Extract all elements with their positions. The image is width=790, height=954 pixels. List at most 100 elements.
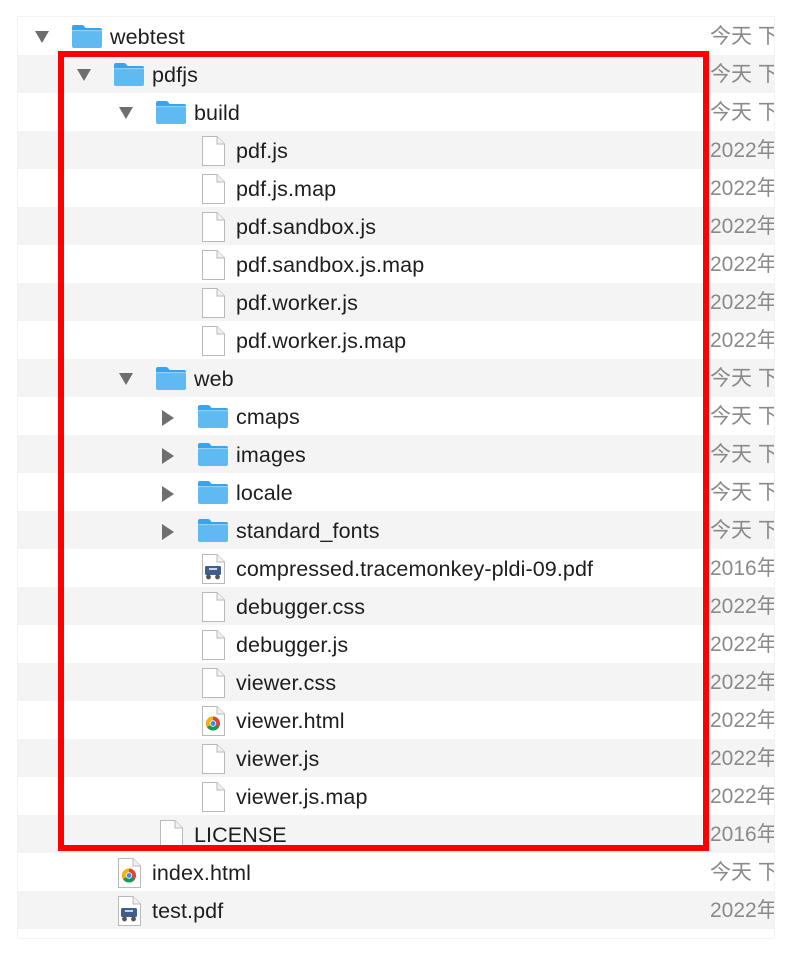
date-modified: 2022年 [710, 671, 774, 694]
document-icon [197, 207, 229, 245]
date-modified: 2022年 [710, 709, 774, 732]
disclosure-expanded-icon[interactable] [29, 17, 53, 55]
document-icon [155, 815, 187, 853]
date-modified: 今天 下 [710, 101, 774, 124]
date-modified: 2022年 [710, 595, 774, 618]
file-row-license[interactable]: LICENSE 2016年 [18, 815, 774, 853]
file-row-pdf-js-map[interactable]: pdf.js.map 2022年 [18, 169, 774, 207]
file-name: debugger.js [236, 633, 349, 657]
file-name: compressed.tracemonkey-pldi-09.pdf [236, 557, 594, 581]
file-row-pdf-worker-js-map[interactable]: pdf.worker.js.map 2022年 [18, 321, 774, 359]
file-name: pdf.js.map [236, 177, 337, 201]
file-row-images[interactable]: images 今天 下 [18, 435, 774, 473]
file-name: viewer.html [236, 709, 345, 733]
file-row-viewer-js-map[interactable]: viewer.js.map 2022年 [18, 777, 774, 815]
disclosure-expanded-icon[interactable] [113, 93, 137, 131]
date-modified: 今天 下 [710, 63, 774, 86]
file-name: debugger.css [236, 595, 366, 619]
file-name: webtest [110, 25, 185, 49]
file-row-viewer-css[interactable]: viewer.css 2022年 [18, 663, 774, 701]
disclosure-collapsed-icon[interactable] [155, 397, 179, 435]
chrome-html-icon [113, 853, 145, 891]
document-icon [197, 663, 229, 701]
folder-icon [71, 17, 103, 55]
folder-icon [197, 511, 229, 549]
pdf-preview-icon [113, 891, 145, 929]
date-modified: 今天 下 [710, 443, 774, 466]
date-modified: 2022年 [710, 139, 774, 162]
file-row-index-html[interactable]: index.html 今天 下 [18, 853, 774, 891]
document-icon [197, 777, 229, 815]
file-row-viewer-js[interactable]: viewer.js 2022年 [18, 739, 774, 777]
folder-icon [155, 359, 187, 397]
list-bottom-edge [18, 929, 774, 938]
file-row-cmaps[interactable]: cmaps 今天 下 [18, 397, 774, 435]
file-name: web [194, 367, 234, 391]
date-modified: 2022年 [710, 329, 774, 352]
file-row-web[interactable]: web 今天 下 [18, 359, 774, 397]
date-modified: 2022年 [710, 253, 774, 276]
file-name: pdf.worker.js [236, 291, 358, 315]
file-row-build[interactable]: build 今天 下 [18, 93, 774, 131]
file-name: standard_fonts [236, 519, 380, 543]
folder-icon [155, 93, 187, 131]
document-icon [197, 587, 229, 625]
file-row-standard-fonts[interactable]: standard_fonts 今天 下 [18, 511, 774, 549]
finder-list-window: webtest 今天 下 pdfjs 今天 下 build 今天 下 pdf.js 2022年… [18, 17, 774, 938]
file-row-webtest[interactable]: webtest 今天 下 [18, 17, 774, 55]
file-row-compressed-tracemonkey-pldi-09-pdf[interactable]: compressed.tracemonkey-pldi-09.pdf 2016年 [18, 549, 774, 587]
disclosure-collapsed-icon[interactable] [155, 435, 179, 473]
file-row-pdfjs[interactable]: pdfjs 今天 下 [18, 55, 774, 93]
date-modified: 2016年 [710, 823, 774, 846]
file-name: pdfjs [152, 63, 198, 87]
file-list: webtest 今天 下 pdfjs 今天 下 build 今天 下 pdf.js 2022年… [18, 17, 774, 938]
date-modified: 2022年 [710, 215, 774, 238]
file-name: test.pdf [152, 899, 224, 923]
file-name: viewer.js.map [236, 785, 368, 809]
file-name: images [236, 443, 306, 467]
date-modified: 2022年 [710, 785, 774, 808]
date-modified: 2016年 [710, 557, 774, 580]
file-name: pdf.js [236, 139, 288, 163]
file-name: viewer.js [236, 747, 320, 771]
file-row-pdf-sandbox-js-map[interactable]: pdf.sandbox.js.map 2022年 [18, 245, 774, 283]
date-modified: 今天 下 [710, 861, 774, 884]
pdf-preview-icon [197, 549, 229, 587]
file-row-pdf-sandbox-js[interactable]: pdf.sandbox.js 2022年 [18, 207, 774, 245]
folder-icon [197, 435, 229, 473]
date-modified: 今天 下 [710, 25, 774, 48]
file-row-pdf-worker-js[interactable]: pdf.worker.js 2022年 [18, 283, 774, 321]
document-icon [197, 283, 229, 321]
file-name: pdf.sandbox.js.map [236, 253, 425, 277]
file-row-locale[interactable]: locale 今天 下 [18, 473, 774, 511]
file-name: index.html [152, 861, 251, 885]
file-name: build [194, 101, 240, 125]
file-name: viewer.css [236, 671, 337, 695]
file-name: locale [236, 481, 293, 505]
date-modified: 2022年 [710, 291, 774, 314]
disclosure-collapsed-icon[interactable] [155, 511, 179, 549]
file-name: pdf.worker.js.map [236, 329, 407, 353]
file-row-debugger-css[interactable]: debugger.css 2022年 [18, 587, 774, 625]
disclosure-expanded-icon[interactable] [113, 359, 137, 397]
file-row-pdf-js[interactable]: pdf.js 2022年 [18, 131, 774, 169]
date-modified: 2022年 [710, 747, 774, 770]
disclosure-collapsed-icon[interactable] [155, 473, 179, 511]
chrome-html-icon [197, 701, 229, 739]
file-row-viewer-html[interactable]: viewer.html 2022年 [18, 701, 774, 739]
document-icon [197, 625, 229, 663]
file-row-debugger-js[interactable]: debugger.js 2022年 [18, 625, 774, 663]
date-modified: 今天 下 [710, 367, 774, 390]
date-modified: 今天 下 [710, 519, 774, 542]
document-icon [197, 169, 229, 207]
document-icon [197, 321, 229, 359]
file-row-test-pdf[interactable]: test.pdf 2022年 [18, 891, 774, 929]
file-name: LICENSE [194, 823, 287, 847]
disclosure-expanded-icon[interactable] [71, 55, 95, 93]
file-name: pdf.sandbox.js [236, 215, 377, 239]
folder-icon [113, 55, 145, 93]
screenshot-stage: webtest 今天 下 pdfjs 今天 下 build 今天 下 pdf.js 2022年… [0, 0, 790, 954]
date-modified: 2022年 [710, 177, 774, 200]
folder-icon [197, 473, 229, 511]
document-icon [197, 245, 229, 283]
